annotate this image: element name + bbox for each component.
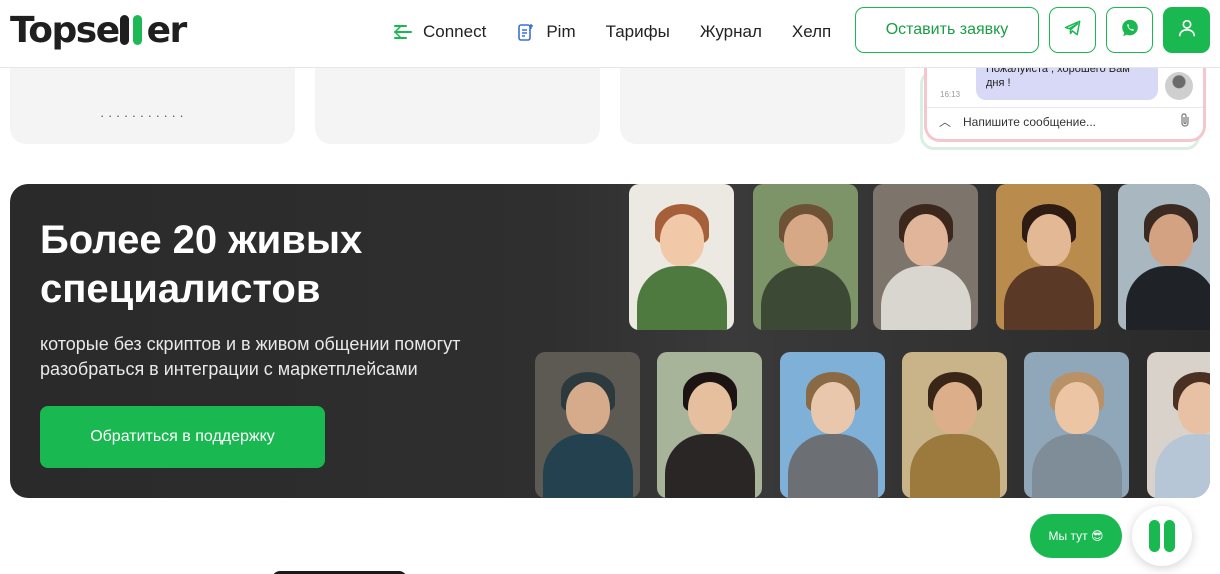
feature-card-text: · · · · · · · · · · · — [100, 108, 184, 123]
user-icon — [1176, 17, 1198, 44]
banner-title: Более 20 живых специалистов — [40, 218, 363, 311]
specialist-photo — [902, 352, 1007, 498]
chat-widget-icon — [1164, 520, 1175, 552]
telegram-icon — [1063, 18, 1083, 43]
account-button[interactable] — [1163, 7, 1210, 53]
contact-support-button[interactable]: Обратиться в поддержку — [40, 406, 325, 468]
leave-request-button[interactable]: Оставить заявку — [855, 7, 1039, 53]
nav-tariffs-label: Тарифы — [605, 22, 670, 41]
specialist-photo — [873, 184, 978, 330]
nav-connect-label: Connect — [423, 22, 487, 41]
nav-pim[interactable]: Pim — [516, 22, 576, 42]
specialist-photo — [1118, 184, 1210, 330]
chat-widget-icon — [1149, 520, 1160, 552]
specialist-photo — [1024, 352, 1129, 498]
telegram-button[interactable] — [1049, 7, 1096, 53]
specialist-photo — [657, 352, 762, 498]
nav-tariffs[interactable]: Тарифы — [606, 22, 670, 42]
main-nav: Connect Pim Тарифы Журнал Хелп — [393, 19, 831, 45]
pim-doc-icon — [516, 22, 536, 42]
chat-message-time: 16:13 — [940, 90, 961, 99]
nav-help[interactable]: Хелп — [792, 22, 831, 42]
specialist-photo — [629, 184, 734, 330]
topseller-logo[interactable]: Topse er — [10, 10, 188, 51]
logo-text-start: Topse — [10, 10, 120, 51]
specialist-photo — [535, 352, 640, 498]
specialist-photo — [1147, 352, 1210, 498]
whatsapp-icon — [1119, 17, 1141, 44]
logo-ll-mark — [119, 15, 146, 45]
nav-pim-label: Pim — [546, 22, 576, 41]
nav-journal[interactable]: Журнал — [700, 22, 762, 42]
specialist-photo — [753, 184, 858, 330]
chevron-up-icon: ︿ — [938, 115, 951, 129]
logo-text-end: er — [146, 10, 188, 51]
specialist-photo — [996, 184, 1101, 330]
specialist-photo — [780, 352, 885, 498]
support-banner: Более 20 живых специалистов которые без … — [10, 184, 1210, 498]
connect-lines-icon — [393, 22, 413, 42]
whatsapp-button[interactable] — [1106, 7, 1153, 53]
chat-input-placeholder: Напишите сообщение... — [963, 114, 1097, 129]
site-header: Topse er Connect Pim Тарифы Журнал Хелп О… — [0, 0, 1220, 68]
we-are-here-badge[interactable]: Мы тут 😎 — [1030, 514, 1122, 558]
banner-subtitle: которые без скриптов и в живом общении п… — [40, 334, 461, 379]
nav-journal-label: Журнал — [699, 22, 762, 41]
nav-help-label: Хелп — [791, 22, 832, 41]
chat-avatar — [1165, 72, 1193, 100]
nav-connect[interactable]: Connect — [393, 22, 486, 42]
chat-input-row: ︿ Напишите сообщение... — [927, 107, 1203, 135]
paperclip-icon — [1179, 112, 1203, 131]
chat-widget-button[interactable] — [1132, 506, 1192, 566]
